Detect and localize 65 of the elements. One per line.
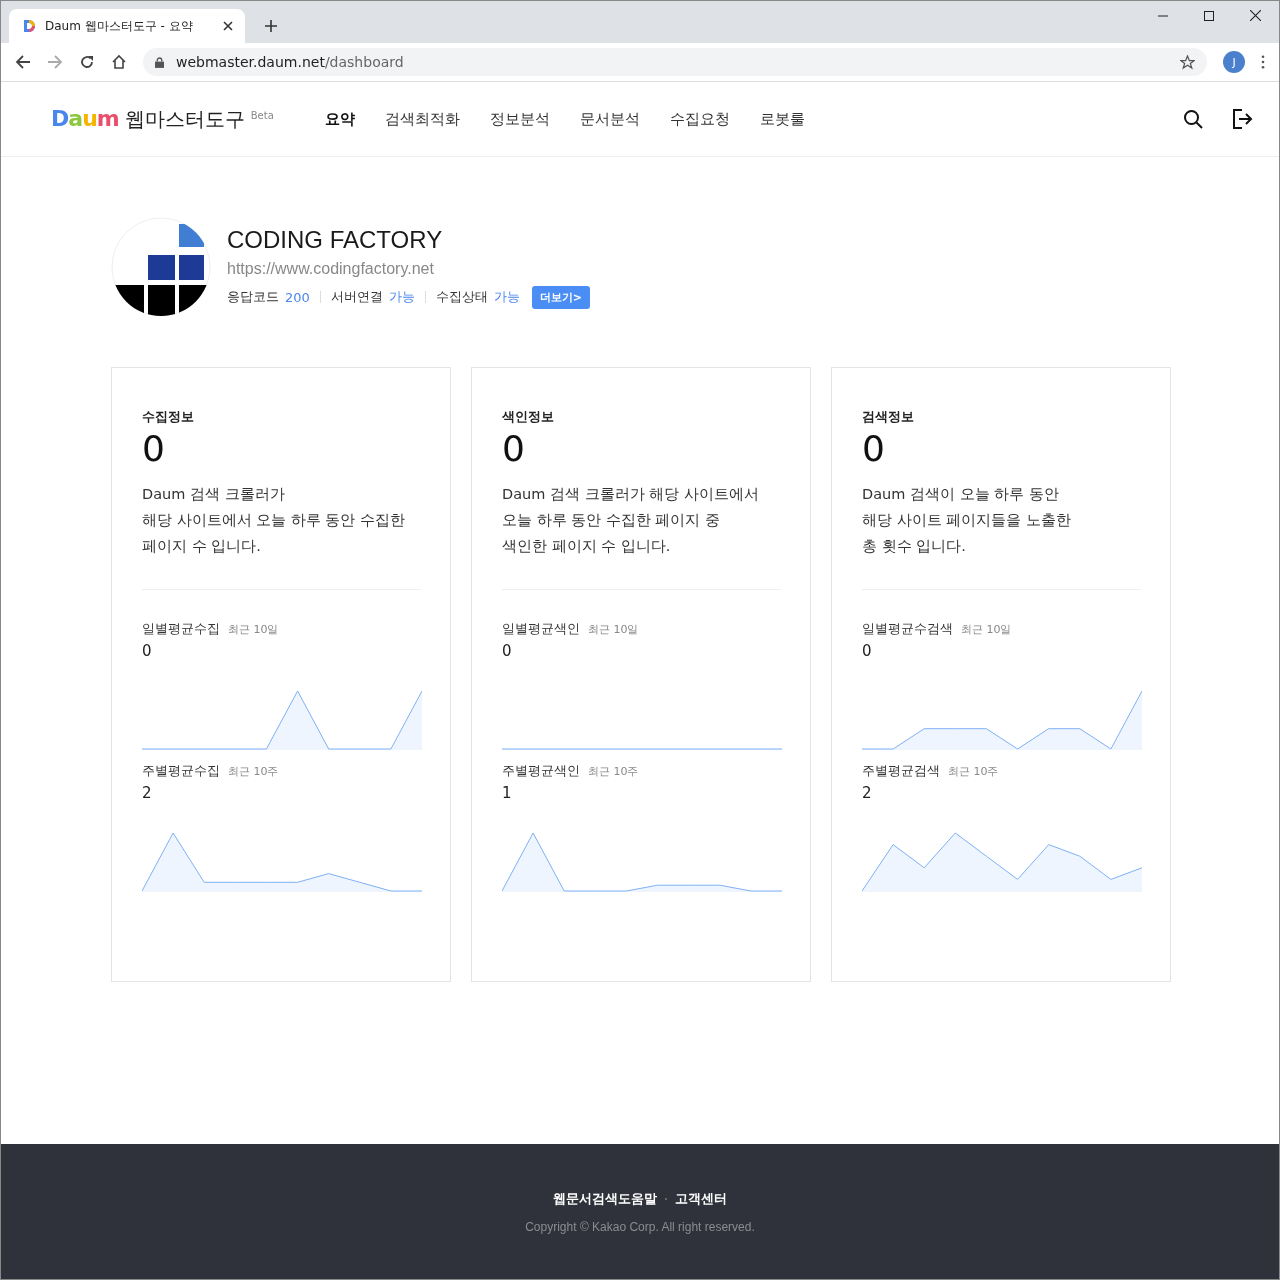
card-description: Daum 검색 크롤러가 해당 사이트에서 오늘 하루 동안 수집한 페이지 중 색인한 페이지 수 입니다.	[502, 485, 760, 556]
tab-title: Daum 웹마스터도구 - 요약	[45, 17, 194, 35]
status-value: 가능	[388, 288, 415, 306]
card-description: Daum 검색 크롤러가 해당 사이트에서 오늘 하루 동안 수집한 페이지 수 입니다.	[142, 485, 407, 556]
status-value: 200	[285, 289, 310, 305]
stat-label: 주별평균수집	[142, 762, 220, 780]
card-description: Daum 검색이 오늘 하루 동안 해당 사이트 페이지들을 노출한 총 횟수 입니다.	[862, 485, 1072, 556]
profile-avatar[interactable]: J	[1223, 51, 1245, 73]
daum-logo[interactable]: Daum	[51, 105, 119, 131]
period-label: 최근 10주	[228, 764, 279, 779]
card-title: 검색정보	[862, 408, 915, 426]
card-title: 색인정보	[502, 408, 555, 426]
maximize-icon[interactable]	[1204, 10, 1214, 21]
period-label: 최근 10일	[228, 622, 279, 637]
logout-icon[interactable]	[1231, 108, 1253, 130]
stat-value: 1	[502, 784, 513, 802]
site-name: CODING FACTORY	[227, 225, 444, 254]
stat-value: 2	[142, 784, 153, 802]
search-icon[interactable]	[1183, 109, 1203, 129]
footer-link[interactable]: 고객센터	[675, 1189, 727, 1208]
nav-tab[interactable]: 수집요청	[670, 109, 730, 129]
nav-tab[interactable]: 문서분석	[580, 109, 640, 129]
star-icon[interactable]	[1180, 54, 1195, 70]
stat-label: 일별평균색인	[502, 620, 580, 638]
status-label: 서버연결	[330, 288, 383, 306]
nav-tab[interactable]: 검색최적화	[385, 109, 460, 129]
period-label: 최근 10일	[961, 622, 1012, 637]
stat-value: 2	[862, 784, 873, 802]
stat-value: 0	[862, 642, 873, 660]
nav-tab[interactable]: 정보분석	[490, 109, 550, 129]
close-icon[interactable]	[1250, 10, 1261, 21]
reload-icon[interactable]	[79, 54, 95, 70]
site-url: https://www.codingfactory.net	[227, 259, 435, 278]
back-arrow-icon[interactable]	[15, 54, 31, 70]
period-label: 최근 10일	[588, 622, 639, 637]
lock-icon	[155, 56, 164, 68]
stat-value: 0	[502, 642, 513, 660]
address-bar[interactable]: webmaster.daum.net/dashboard	[143, 48, 1207, 76]
count-value: 0	[502, 428, 526, 469]
daum-favicon-icon	[21, 18, 37, 34]
status-label: 응답코드	[227, 288, 279, 306]
stat-label: 주별평균색인	[502, 762, 580, 780]
tool-name: 웹마스터도구	[124, 105, 245, 133]
home-icon[interactable]	[111, 54, 127, 70]
nav-tab[interactable]: 요약	[325, 109, 355, 129]
beta-label: Beta	[250, 109, 274, 121]
status-label: 수집상태	[435, 288, 488, 306]
count-value: 0	[142, 428, 166, 469]
url-text: webmaster.daum.net/dashboard	[176, 54, 405, 70]
count-value: 0	[862, 428, 886, 469]
status-value: 가능	[493, 288, 520, 306]
nav-tab[interactable]: 로봇룰	[760, 109, 805, 129]
stat-label: 일별평균수집	[142, 620, 220, 638]
stat-label: 일별평균수검색	[862, 620, 953, 638]
stat-label: 주별평균검색	[862, 762, 940, 780]
more-options-icon[interactable]	[1261, 55, 1265, 69]
card-title: 수집정보	[142, 408, 195, 426]
browser-tab[interactable]: Daum 웹마스터도구 - 요약	[9, 9, 245, 43]
copyright-text: Copyright © Kakao Corp. All right reserved.	[525, 1219, 755, 1234]
stat-value: 0	[142, 642, 153, 660]
period-label: 최근 10주	[948, 764, 999, 779]
footer-link[interactable]: 웹문서검색도움말	[553, 1189, 657, 1208]
plus-icon[interactable]	[265, 20, 277, 32]
close-icon[interactable]	[223, 21, 233, 31]
period-label: 최근 10주	[588, 764, 639, 779]
